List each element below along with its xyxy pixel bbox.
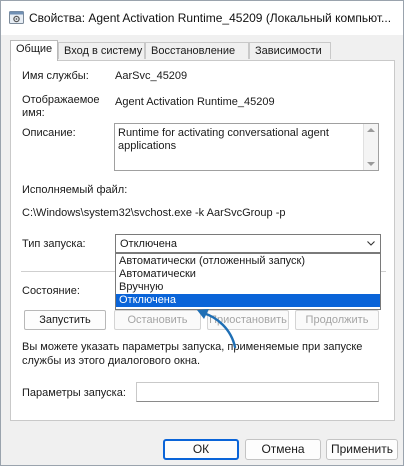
ok-button[interactable]: ОК <box>163 439 239 460</box>
tab-general[interactable]: Общие <box>10 40 58 61</box>
resume-button[interactable]: Продолжить <box>295 310 379 330</box>
service-name-value: AarSvc_45209 <box>115 70 188 82</box>
apply-button[interactable]: Применить <box>326 439 398 460</box>
startup-type-select[interactable]: Отключена <box>115 234 381 253</box>
display-name-label-line1: Отображаемое <box>22 94 100 106</box>
startup-option-auto-delayed[interactable]: Автоматически (отложенный запуск) <box>116 255 380 268</box>
executable-label: Исполняемый файл: <box>22 184 128 196</box>
tab-strip: Общие Вход в систему Восстановление Зави… <box>10 40 394 61</box>
tab-logon[interactable]: Вход в систему <box>58 42 145 59</box>
scroll-up-icon[interactable] <box>367 128 375 132</box>
hint-line-2: службы из этого диалогового окна. <box>22 355 201 367</box>
general-panel: Имя службы: AarSvc_45209 Отображаемое им… <box>10 60 395 421</box>
stop-button[interactable]: Остановить <box>114 310 201 330</box>
startup-type-selected: Отключена <box>120 238 177 250</box>
annotation-arrow-icon <box>197 309 237 349</box>
description-scrollbar[interactable] <box>363 124 378 170</box>
display-name-value: Agent Activation Runtime_45209 <box>115 96 275 108</box>
start-params-input[interactable] <box>136 382 379 402</box>
display-name-label-line2: имя: <box>22 107 45 119</box>
chevron-down-icon <box>367 241 375 246</box>
startup-type-label: Тип запуска: <box>22 238 86 250</box>
tab-dependencies[interactable]: Зависимости <box>249 42 331 59</box>
window-title: Свойства: Agent Activation Runtime_45209… <box>29 11 392 25</box>
startup-option-manual[interactable]: Вручную <box>116 281 380 294</box>
start-params-label: Параметры запуска: <box>22 387 126 399</box>
description-label: Описание: <box>22 127 76 139</box>
description-line-2: applications <box>118 140 177 152</box>
title-bar: Свойства: Agent Activation Runtime_45209… <box>1 1 403 35</box>
state-label: Состояние: <box>22 285 80 297</box>
service-properties-dialog: Свойства: Agent Activation Runtime_45209… <box>0 0 404 466</box>
executable-path: C:\Windows\system32\svchost.exe -k AarSv… <box>22 207 286 219</box>
services-gear-icon <box>9 11 24 24</box>
tab-recovery[interactable]: Восстановление <box>145 42 249 59</box>
description-box[interactable]: Runtime for activating conversational ag… <box>114 123 379 171</box>
cancel-button[interactable]: Отмена <box>245 439 321 460</box>
start-button[interactable]: Запустить <box>24 310 106 330</box>
startup-option-auto[interactable]: Автоматически <box>116 268 380 281</box>
scroll-down-icon[interactable] <box>367 162 375 166</box>
description-line-1: Runtime for activating conversational ag… <box>118 127 329 139</box>
service-name-label: Имя службы: <box>22 70 89 82</box>
